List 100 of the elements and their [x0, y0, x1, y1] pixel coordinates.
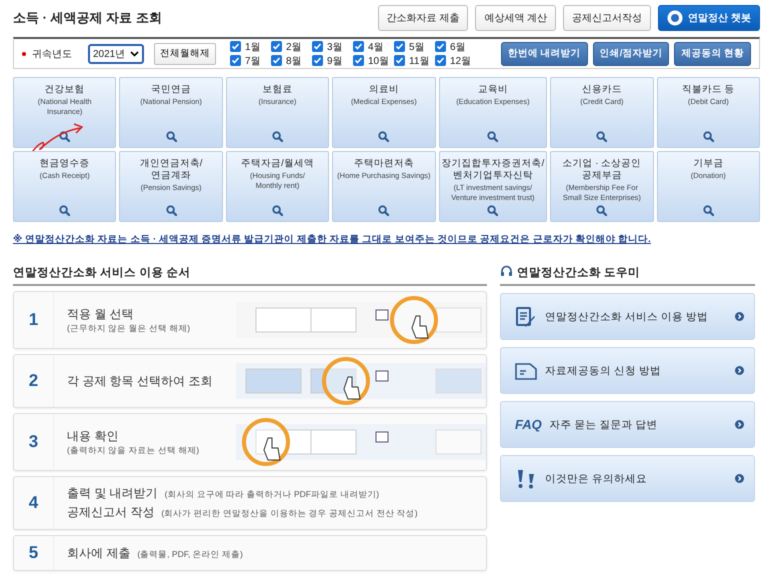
search-icon — [59, 131, 70, 142]
search-icon — [272, 205, 283, 216]
caret-icon — [130, 50, 139, 56]
help-link[interactable]: 연말정산간소화 서비스 이용 방법 — [500, 293, 755, 340]
search-icon — [166, 131, 177, 142]
month-label: 3월 — [327, 40, 343, 54]
search-icon — [166, 205, 177, 216]
category-name: 장기집합투자증권저축/ — [442, 158, 544, 170]
month-checkbox[interactable] — [353, 41, 364, 52]
step-note: (근무하지 않은 월은 선택 해제) — [67, 322, 192, 334]
header-button[interactable]: 공제신고서작성 — [563, 5, 652, 31]
headset-icon — [500, 265, 513, 277]
month-checkbox[interactable] — [435, 55, 446, 66]
step-title: 출력 및 내려받기 — [67, 485, 158, 502]
month-checkbox[interactable] — [271, 41, 282, 52]
help-link[interactable]: 이것만은 유의하세요 — [500, 455, 755, 502]
arrow-icon — [735, 366, 744, 375]
month-label: 7월 — [245, 54, 261, 68]
step-number: 3 — [14, 414, 54, 470]
header-button[interactable]: 예상세액 계산 — [475, 5, 556, 31]
action-button[interactable]: 인쇄/점자받기 — [592, 42, 670, 66]
month-label: 2월 — [286, 40, 302, 54]
faq-icon: FAQ — [515, 417, 542, 432]
search-icon — [487, 131, 498, 142]
category-name: 공제부금 — [582, 170, 622, 182]
month-checkbox[interactable] — [312, 41, 323, 52]
month-label: 12월 — [450, 54, 472, 68]
search-icon — [59, 205, 70, 216]
category-name: 주택마련저축 — [354, 158, 414, 170]
search-icon — [378, 205, 390, 216]
month-label: 11월 — [409, 54, 430, 68]
step-number: 2 — [14, 355, 54, 407]
document-pencil-icon — [515, 306, 537, 328]
month-checkbox[interactable] — [230, 55, 241, 66]
arrow-icon — [735, 420, 744, 429]
chatbot-icon — [667, 10, 684, 26]
search-icon — [596, 131, 608, 142]
month-label: 5월 — [409, 40, 425, 54]
month-label: 10월 — [368, 54, 390, 68]
action-button[interactable]: 한번에 내려받기 — [501, 42, 588, 66]
category-name: 국민연금 — [151, 84, 192, 96]
page-title: 소득 · 세액공제 자료 조회 — [13, 9, 163, 27]
step-note: (회사가 편리한 연말정산을 이용하는 경우 공제신고서 전산 작성) — [161, 508, 418, 520]
month-checkbox[interactable] — [394, 41, 405, 52]
category-name: 기부금 — [693, 158, 724, 170]
category-name: 현금영수증 — [40, 158, 90, 170]
step-note: (출력하지 않을 자료는 선택 해제) — [67, 444, 200, 456]
step-title: 적용 월 선택 — [67, 306, 135, 322]
notice-link[interactable]: ※ 연말정산간소화 자료는 소득 · 세액공제 증명서류 발급기관이 제출한 자료를 그대로 보여주는 것이므로 공제요건은 근로자가 확인해야 합니다. — [13, 233, 760, 246]
month-label: 6월 — [450, 40, 466, 54]
search-icon — [272, 131, 283, 142]
year-select[interactable]: 2021년 — [88, 44, 144, 64]
clear-months-button[interactable]: 전체월해제 — [154, 42, 216, 64]
search-icon — [487, 205, 498, 216]
category-name: 건강보험 — [44, 84, 85, 96]
step-title: 공제신고서 작성 — [67, 504, 154, 521]
month-checkbox[interactable] — [394, 55, 405, 66]
category-name: 주택자금/월세액 — [241, 158, 314, 170]
month-checkbox[interactable] — [353, 55, 364, 66]
step-title: 회사에 제출 — [67, 544, 130, 562]
month-checkbox[interactable] — [230, 41, 241, 52]
step-number: 5 — [14, 536, 54, 570]
step-title: 각 공제 항목 선택하여 조회 — [67, 372, 214, 390]
search-icon — [702, 131, 714, 142]
search-icon — [596, 205, 608, 216]
step-number: 4 — [14, 477, 54, 529]
step-number: 1 — [14, 292, 54, 348]
arrow-icon — [735, 474, 744, 483]
category-name: 신용카드 — [582, 84, 622, 96]
exclamation-icon — [515, 468, 537, 490]
section-title: 연말정산간소화 서비스 이용 순서 — [13, 265, 487, 286]
category-name: 연금계좌 — [151, 170, 192, 182]
month-checkbox[interactable] — [435, 41, 446, 52]
month-checkbox[interactable] — [271, 55, 282, 66]
step-title: 내용 확인 — [67, 428, 120, 444]
category-name: 개인연금저축/ — [140, 158, 202, 170]
header-button[interactable]: 간소화자료 제출 — [378, 5, 468, 31]
help-link[interactable]: 자료제공동의 신청 방법 — [500, 347, 755, 394]
chatbot-button[interactable]: 연말정산 챗봇 — [658, 5, 760, 31]
field-label: 귀속년도 — [32, 48, 73, 60]
step-note: (회사의 요구에 따라 출력하거나 PDF파일로 내려받기) — [164, 489, 380, 501]
month-label: 9월 — [327, 54, 343, 68]
document-icon — [515, 362, 537, 380]
category-name: 벤처기업투자신탁 — [452, 170, 533, 182]
month-label: 8월 — [286, 54, 302, 68]
month-label: 4월 — [368, 40, 384, 54]
month-label: 1월 — [245, 40, 261, 54]
step-note: (출력물, PDF, 온라인 제출) — [137, 548, 243, 560]
category-name: 보험료 — [262, 84, 292, 96]
category-name: 교육비 — [478, 84, 508, 96]
search-icon — [378, 131, 390, 142]
category-name: 소기업 · 소상공인 — [562, 158, 642, 170]
month-checkbox[interactable] — [312, 55, 323, 66]
arrow-icon — [735, 312, 744, 321]
help-link[interactable]: FAQ 자주 묻는 질문과 답변 — [500, 401, 755, 448]
category-name: 직불카드 등 — [682, 84, 735, 96]
search-icon — [702, 205, 714, 216]
category-name: 의료비 — [368, 84, 399, 96]
section-title-text: 연말정산간소화 도우미 — [517, 266, 640, 280]
action-button[interactable]: 제공동의 현황 — [674, 42, 751, 66]
